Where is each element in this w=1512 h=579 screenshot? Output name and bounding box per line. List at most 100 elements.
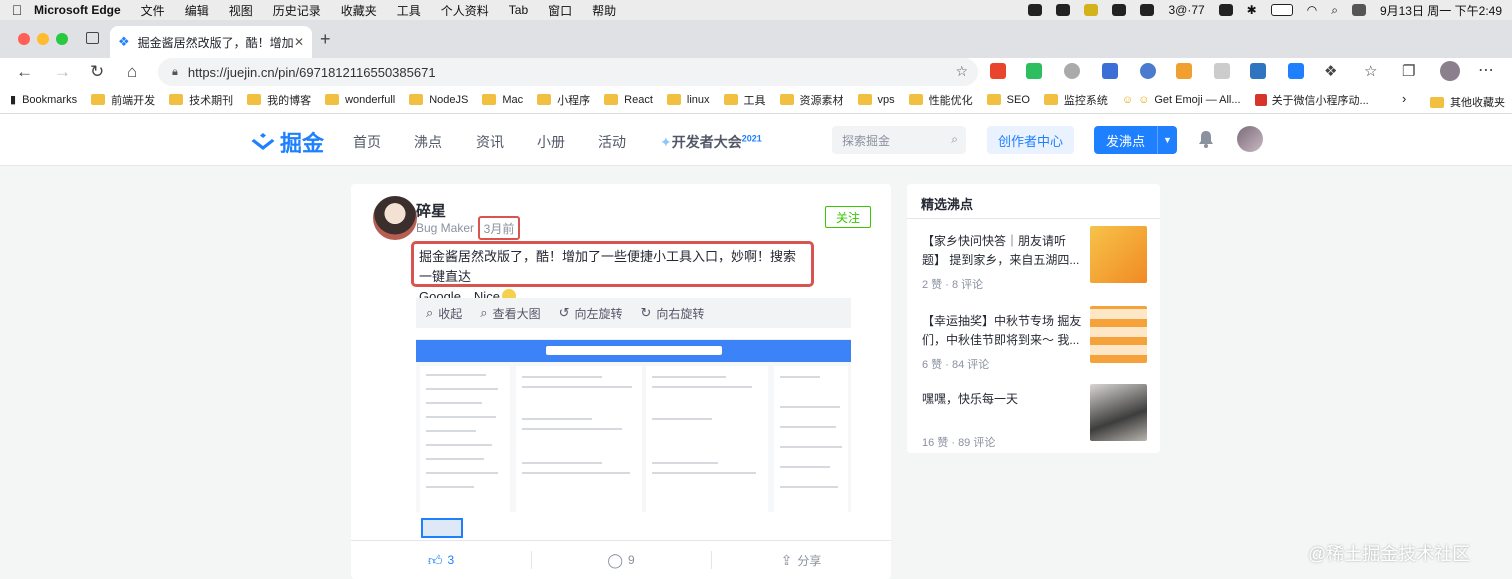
tray-app-icon[interactable] [1028,4,1043,16]
battery-icon[interactable] [1270,4,1293,16]
menubar-tab[interactable]: Tab [509,3,528,17]
bookmark-folder[interactable]: wonderfull [325,94,395,106]
back-icon[interactable]: ← [16,62,33,82]
new-tab-icon[interactable]: + [320,29,331,50]
post-pin-button[interactable]: 发沸点 ▼ [1094,126,1177,154]
collapse-button[interactable]: ⌕ 收起 [426,305,462,322]
extension-fe-icon[interactable] [990,63,1006,79]
extension-chart-icon[interactable] [1176,63,1192,79]
author-avatar[interactable] [373,196,417,240]
bookmark-item[interactable]: ☺ ☺ Get Emoji — All... [1122,94,1241,106]
menubar-help[interactable]: 帮助 [592,2,616,19]
bookmark-folder[interactable]: React [604,94,653,106]
menubar-favorites[interactable]: 收藏夹 [341,2,377,19]
featured-pin-item[interactable]: 嘿嘿，快乐每一天 16 赞 · 89 评论 [921,382,1147,452]
nav-events[interactable]: 活动 [598,132,626,152]
view-large-button[interactable]: ⌕ 查看大图 [480,305,540,322]
share-button[interactable]: ⇪ 分享 [711,541,891,579]
nav-books[interactable]: 小册 [537,132,565,152]
evernote-icon[interactable] [1026,63,1042,79]
follow-button[interactable]: 关注 [825,206,871,228]
extensions-puzzle-icon[interactable]: ❖ [1324,62,1337,80]
extension-icon[interactable] [1140,63,1156,79]
bookmark-folder[interactable]: 技术期刊 [169,92,233,108]
bookmark-folder[interactable]: Mac [482,94,523,106]
address-bar[interactable]: 🔒︎ https://juejin.cn/pin/697181211655038… [158,58,978,86]
maximize-window-icon[interactable] [56,33,68,45]
user-avatar[interactable] [1237,126,1263,152]
menubar-app-name[interactable]: Microsoft Edge [34,3,121,17]
bookmark-item[interactable]: ▮ Bookmarks [10,93,77,107]
apple-menu-icon[interactable]:  [0,2,34,18]
adblock-icon[interactable] [1064,63,1080,79]
like-button[interactable]: 👍︎ 3 [351,541,531,579]
home-icon[interactable]: ⌂ [127,62,137,82]
tray-app-icon[interactable] [1218,4,1233,16]
bluetooth-icon[interactable]: ✱ [1247,3,1257,17]
control-center-icon[interactable] [1351,4,1366,16]
notes-icon[interactable] [1084,4,1099,16]
notification-bell-icon[interactable] [1198,130,1214,148]
forward-icon[interactable]: → [54,62,71,82]
menubar-file[interactable]: 文件 [141,2,165,19]
translate-icon[interactable] [1102,63,1118,79]
creator-center-button[interactable]: 创作者中心 [987,126,1074,154]
nav-news[interactable]: 资讯 [476,132,504,152]
bookmark-folder[interactable]: 资源素材 [779,92,844,108]
nav-devcon[interactable]: ✦开发者大会2021 [660,132,762,152]
profile-avatar[interactable] [1440,61,1460,81]
comment-button[interactable]: ◯ 9 [531,541,711,579]
tray-app-icon[interactable] [1140,4,1155,16]
menubar-tools[interactable]: 工具 [397,2,421,19]
featured-pin-item[interactable]: 【家乡快问快答｜朋友请听题】 提到家乡，来自五湖四... 2 赞 · 8 评论 [921,224,1147,294]
tab-actions-icon[interactable] [86,32,99,44]
close-tab-icon[interactable]: ✕ [294,35,304,49]
bookmark-item[interactable]: 关于微信小程序动... [1254,92,1369,108]
bookmark-folder[interactable]: 监控系统 [1043,92,1108,108]
menubar-view[interactable]: 视图 [229,2,253,19]
bookmark-folder[interactable]: SEO [986,94,1030,106]
add-favorite-icon[interactable]: ☆ [955,63,968,80]
wechat-icon[interactable] [1056,4,1071,16]
site-search-input[interactable]: 探索掘金 ⌕ [832,126,966,154]
bookmark-folder[interactable]: 性能优化 [908,92,973,108]
menubar-history[interactable]: 历史记录 [273,2,321,19]
extension-icon[interactable] [1250,63,1266,79]
bookmark-folder[interactable]: linux [666,94,710,106]
close-window-icon[interactable] [18,33,30,45]
favorites-icon[interactable]: ☆ [1364,62,1377,80]
active-tab[interactable]: ❖ 掘金酱居然改版了，酷！增加了一 ✕ [110,26,312,58]
bookmark-folder[interactable]: 我的博客 [247,92,311,108]
juejin-extension-icon[interactable] [1288,63,1304,79]
nav-home[interactable]: 首页 [353,132,381,152]
lock-icon[interactable]: 🔒︎ [172,66,178,79]
bookmark-folder[interactable]: 前端开发 [91,92,155,108]
other-favorites-folder[interactable]: 其他收藏夹 [1430,94,1505,110]
bookmark-folder[interactable]: 工具 [723,92,766,108]
chevron-down-icon[interactable]: ▼ [1157,126,1177,154]
bookmark-folder[interactable]: vps [857,94,895,106]
extension-icon[interactable] [1214,63,1230,79]
juejin-logo[interactable]: 掘金 [250,126,324,158]
bookmark-folder[interactable]: 小程序 [537,92,590,108]
rotate-right-button[interactable]: ↻ 向右旋转 [641,305,705,322]
image-thumbnail[interactable] [421,518,463,538]
more-options-icon[interactable]: ⋯ [1478,60,1494,80]
menubar-edit[interactable]: 编辑 [185,2,209,19]
chevron-right-icon[interactable]: › [1402,91,1406,106]
menubar-window[interactable]: 窗口 [548,2,572,19]
author-name[interactable]: 碎星 [416,200,446,221]
refresh-icon[interactable]: ↻ [90,62,104,82]
menubar-datetime[interactable]: 9月13日 周一 下午2:49 [1380,2,1502,19]
wifi-icon[interactable]: ◠ [1307,3,1317,17]
collections-icon[interactable]: ❐ [1402,62,1415,80]
pin-image-screenshot[interactable] [416,328,851,512]
spotlight-search-icon[interactable]: ⌕ [1331,3,1338,18]
nav-pins[interactable]: 沸点 [414,132,442,152]
featured-pin-item[interactable]: 【幸运抽奖】中秋节专场 掘友们，中秋佳节即将到来～ 我... 6 赞 · 84 … [921,304,1147,374]
menubar-profile[interactable]: 个人资料 [441,2,489,19]
bookmark-folder[interactable]: NodeJS [409,94,468,106]
rotate-left-button[interactable]: ↺ 向左旋转 [559,305,623,322]
tray-app-icon[interactable] [1112,4,1127,16]
minimize-window-icon[interactable] [37,33,49,45]
